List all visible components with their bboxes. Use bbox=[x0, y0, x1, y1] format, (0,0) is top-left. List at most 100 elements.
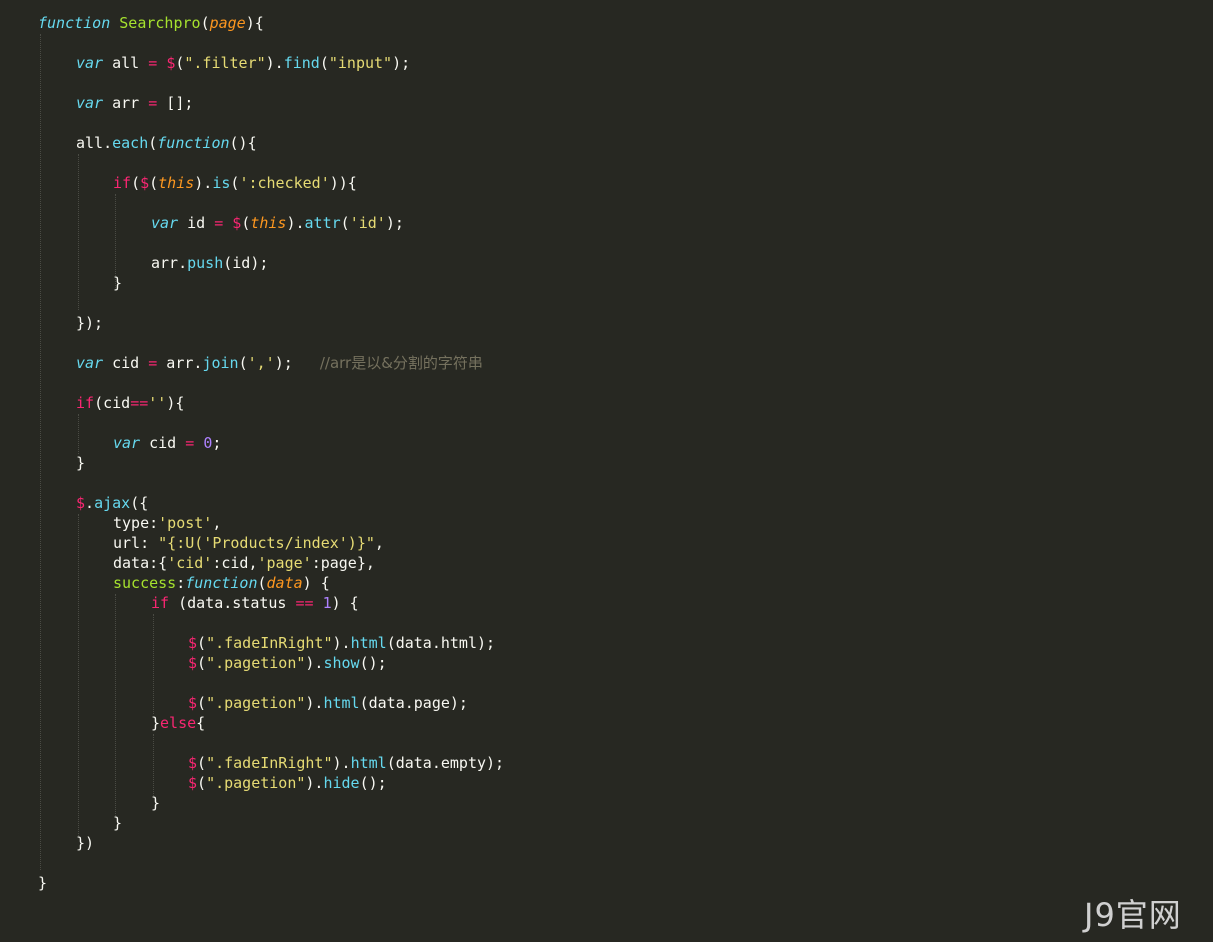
token: ( bbox=[197, 754, 207, 772]
token-string: ',' bbox=[247, 354, 275, 372]
token-method: push bbox=[187, 254, 224, 272]
code-line-22[interactable]: $(".pagetion").html(data.page); bbox=[188, 693, 468, 713]
token: } bbox=[151, 794, 161, 812]
code-line-4[interactable]: all.each(function(){ bbox=[76, 133, 257, 153]
code-editor[interactable]: function Searchpro(page){ var all = $(".… bbox=[0, 0, 1213, 942]
code-line-27[interactable]: } bbox=[113, 813, 122, 833]
token-parameter: data bbox=[266, 574, 303, 592]
token-keyword: else bbox=[160, 714, 197, 732]
token-this: this bbox=[250, 214, 287, 232]
token-method: find bbox=[283, 54, 320, 72]
code-line-6[interactable]: var id = $(this).attr('id'); bbox=[151, 213, 404, 233]
code-line-25[interactable]: $(".pagetion").hide(); bbox=[188, 773, 387, 793]
code-line-23[interactable]: }else{ bbox=[151, 713, 205, 733]
code-line-28[interactable]: }) bbox=[76, 833, 94, 853]
code-line-18[interactable]: success:function(data) { bbox=[113, 573, 330, 593]
token: ( bbox=[197, 654, 207, 672]
token: ). bbox=[305, 654, 324, 672]
token: ){ bbox=[245, 14, 264, 32]
token-jquery: $ bbox=[188, 634, 198, 652]
token: id bbox=[178, 214, 215, 232]
token-parameter: page bbox=[209, 14, 246, 32]
token: ); bbox=[274, 354, 293, 372]
token-operator: == bbox=[130, 394, 149, 412]
code-line-19[interactable]: if (data.status == 1) { bbox=[151, 593, 359, 613]
token: ( bbox=[241, 214, 251, 232]
code-line-21[interactable]: $(".pagetion").show(); bbox=[188, 653, 387, 673]
code-line-3[interactable]: var arr = []; bbox=[76, 93, 193, 113]
code-line-11[interactable]: if(cid==''){ bbox=[76, 393, 184, 413]
token-operator: = bbox=[148, 354, 158, 372]
token-string: ':checked' bbox=[239, 174, 330, 192]
token: )){ bbox=[329, 174, 357, 192]
token: arr. bbox=[157, 354, 203, 372]
token-string: 'page' bbox=[257, 554, 312, 572]
token: ) { bbox=[302, 574, 330, 592]
code-line-2[interactable]: var all = $(".filter").find("input"); bbox=[76, 53, 410, 73]
code-line-17[interactable]: data:{'cid':cid,'page':page}, bbox=[113, 553, 375, 573]
token: ( bbox=[197, 774, 207, 792]
token: (data.status bbox=[169, 594, 296, 612]
token: ( bbox=[319, 54, 329, 72]
token: ( bbox=[149, 174, 159, 192]
code-line-20[interactable]: $(".fadeInRight").html(data.html); bbox=[188, 633, 495, 653]
token-string: ".pagetion" bbox=[206, 694, 306, 712]
token-string: ".fadeInRight" bbox=[206, 754, 333, 772]
code-line-24[interactable]: $(".fadeInRight").html(data.empty); bbox=[188, 753, 504, 773]
token: ). bbox=[332, 634, 351, 652]
token-operator: == bbox=[295, 594, 314, 612]
token: , bbox=[212, 514, 222, 532]
token-method: join bbox=[202, 354, 239, 372]
token: { bbox=[196, 714, 206, 732]
token: (data.page); bbox=[359, 694, 468, 712]
token: cid bbox=[140, 434, 186, 452]
token-comment: //arr是以&分割的字符串 bbox=[319, 354, 483, 372]
token-operator: = bbox=[148, 94, 158, 112]
token-keyword: function bbox=[38, 14, 111, 32]
token-method: html bbox=[323, 694, 360, 712]
token-operator: = bbox=[214, 214, 224, 232]
token: :cid, bbox=[212, 554, 258, 572]
indent-guide bbox=[115, 594, 116, 816]
token: (data.html); bbox=[386, 634, 496, 652]
code-line-26[interactable]: } bbox=[151, 793, 160, 813]
token-number: 1 bbox=[322, 594, 332, 612]
token: []; bbox=[157, 94, 194, 112]
code-line-9[interactable]: }); bbox=[76, 313, 103, 333]
token: ). bbox=[332, 754, 351, 772]
token: } bbox=[151, 714, 161, 732]
code-line-1[interactable]: function Searchpro(page){ bbox=[38, 13, 264, 33]
token: ( bbox=[340, 214, 350, 232]
token: ). bbox=[265, 54, 284, 72]
token: ( bbox=[238, 354, 248, 372]
token-keyword: if bbox=[76, 394, 95, 412]
code-line-7[interactable]: arr.push(id); bbox=[151, 253, 268, 273]
token-keyword: var bbox=[151, 214, 179, 232]
code-line-5[interactable]: if($(this).is(':checked')){ bbox=[113, 173, 357, 193]
token: url: bbox=[113, 534, 159, 552]
code-line-12[interactable]: var cid = 0; bbox=[113, 433, 221, 453]
code-line-13[interactable]: } bbox=[76, 453, 85, 473]
token-string: "input" bbox=[328, 54, 393, 72]
code-line-14[interactable]: $.ajax({ bbox=[76, 493, 148, 513]
code-line-16[interactable]: url: "{:U('Products/index')}", bbox=[113, 533, 384, 553]
code-line-10[interactable]: var cid = arr.join(','); //arr是以&分割的字符串 bbox=[76, 353, 483, 373]
token-string: ".pagetion" bbox=[206, 774, 306, 792]
token: (cid bbox=[94, 394, 131, 412]
code-line-29[interactable]: } bbox=[38, 873, 47, 893]
code-line-8[interactable]: } bbox=[113, 273, 122, 293]
token-string: 'id' bbox=[349, 214, 386, 232]
token: . bbox=[85, 494, 95, 512]
token: (){ bbox=[229, 134, 257, 152]
token: ) { bbox=[331, 594, 359, 612]
watermark-logo: J9官网 bbox=[1084, 896, 1182, 934]
token-string: ".filter" bbox=[184, 54, 266, 72]
token-method: each bbox=[112, 134, 149, 152]
token: (id); bbox=[223, 254, 269, 272]
token: ( bbox=[148, 134, 158, 152]
code-line-15[interactable]: type:'post', bbox=[113, 513, 221, 533]
token-jquery: $ bbox=[140, 174, 150, 192]
token-method: html bbox=[350, 754, 387, 772]
